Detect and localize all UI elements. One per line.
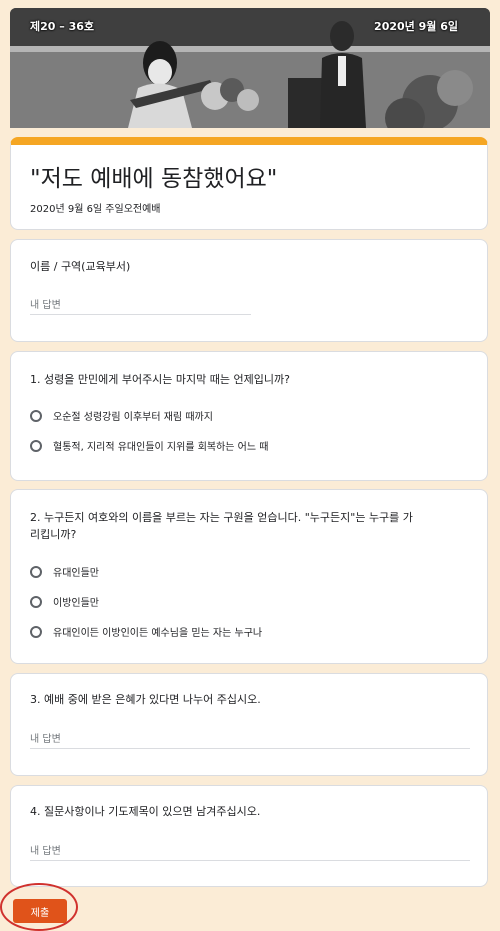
question-title: 4. 질문사항이나 기도제목이 있으면 남겨주십시오. xyxy=(30,805,261,818)
prayer-answer-input[interactable]: 내 답변 xyxy=(30,844,470,861)
radio-option-label: 오순절 성령강림 이후부터 재림 때까지 xyxy=(53,412,213,423)
radio-option[interactable]: 유대인이든 이방인이든 예수님을 믿는 자는 누구나 xyxy=(30,624,262,639)
radio-option[interactable]: 유대인들만 xyxy=(30,564,99,579)
radio-option-label: 이방인들만 xyxy=(53,598,99,609)
form-header-card: "저도 예배에 동참했어요" 2020년 9월 6일 주일오전예배 xyxy=(10,137,488,230)
question-card-3: 3. 예배 중에 받은 은혜가 있다면 나누어 주십시오. 내 답변 xyxy=(10,673,488,776)
question-title-line1: 2. 누구든지 여호와의 이름을 부르는 자는 구원을 얻습니다. "누구든지"… xyxy=(30,511,413,524)
radio-option[interactable]: 이방인들만 xyxy=(30,594,99,609)
question-title: 1. 성령을 만민에게 부어주시는 마지막 때는 언제입니까? xyxy=(30,373,290,386)
red-circle-annotation xyxy=(0,883,78,931)
question-card-4: 4. 질문사항이나 기도제목이 있으면 남겨주십시오. 내 답변 xyxy=(10,785,488,887)
name-answer-input[interactable]: 내 답변 xyxy=(30,298,251,315)
form-title: "저도 예배에 동참했어요" xyxy=(30,166,278,192)
question-card-1: 1. 성령을 만민에게 부어주시는 마지막 때는 언제입니까? 오순절 성령강림… xyxy=(10,351,488,481)
radio-button[interactable] xyxy=(30,409,42,422)
question-title-line2: 리킵니까? xyxy=(30,528,77,541)
radio-button[interactable] xyxy=(30,565,42,578)
radio-button[interactable] xyxy=(30,625,42,638)
radio-button[interactable] xyxy=(30,595,42,608)
radio-option-label: 유대인들만 xyxy=(53,568,99,579)
radio-option[interactable]: 혈통적, 지리적 유대인들이 지위를 회복하는 어느 때 xyxy=(30,438,268,453)
radio-option-label: 혈통적, 지리적 유대인들이 지위를 회복하는 어느 때 xyxy=(53,442,269,453)
question-title: 3. 예배 중에 받은 은혜가 있다면 나누어 주십시오. xyxy=(30,693,261,706)
question-card-name: 이름 / 구역(교육부서) 내 답변 xyxy=(10,239,488,342)
issue-date: 2020년 9월 6일 xyxy=(374,20,458,33)
radio-option-label: 유대인이든 이방인이든 예수님을 믿는 자는 누구나 xyxy=(53,628,263,639)
form-description: 2020년 9월 6일 주일오전예배 xyxy=(30,204,161,215)
radio-button[interactable] xyxy=(30,439,42,452)
grace-answer-input[interactable]: 내 답변 xyxy=(30,732,470,749)
header-banner-image: 제20 – 36호 2020년 9월 6일 xyxy=(10,8,490,128)
question-title: 이름 / 구역(교육부서) xyxy=(30,260,131,273)
radio-option[interactable]: 오순절 성령강림 이후부터 재림 때까지 xyxy=(30,408,213,423)
issue-number: 제20 – 36호 xyxy=(30,20,95,33)
question-card-2: 2. 누구든지 여호와의 이름을 부르는 자는 구원을 얻습니다. "누구든지"… xyxy=(10,489,488,664)
